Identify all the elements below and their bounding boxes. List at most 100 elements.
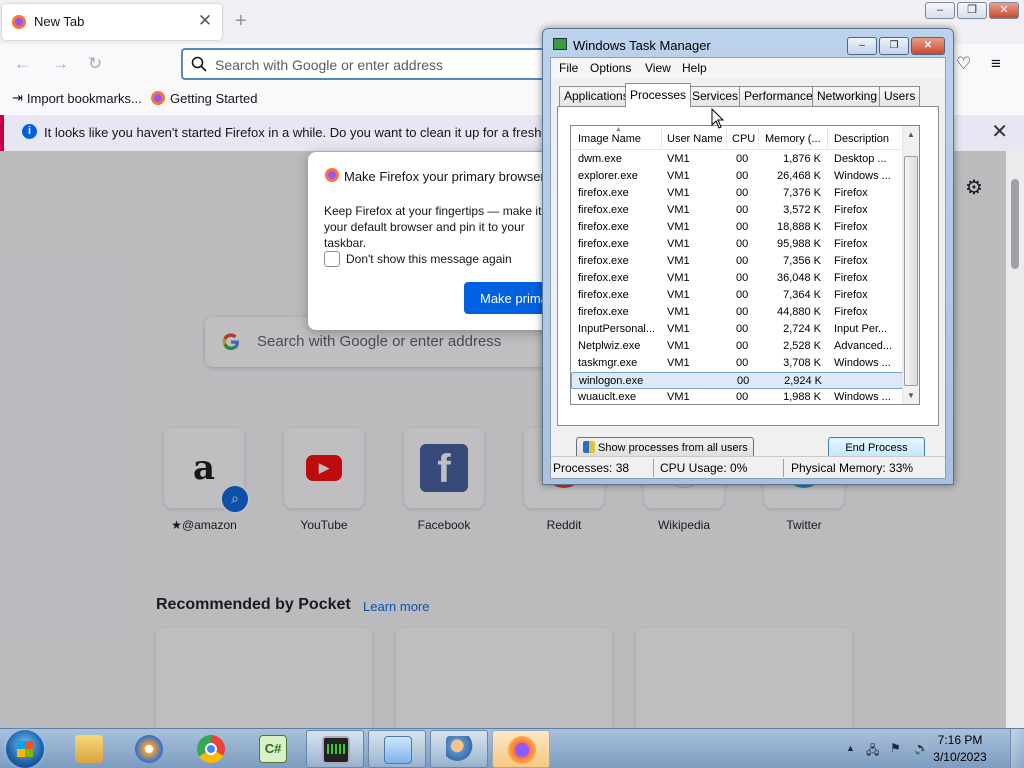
process-description: Firefox (834, 255, 868, 267)
column-memory[interactable]: Memory (... (765, 133, 821, 145)
status-processes: Processes: 38 (553, 461, 630, 475)
default-browser-dialog: Make Firefox your primary browser? Keep … (308, 152, 558, 330)
process-row[interactable]: wuauclt.exe VM1 00 1,988 K Windows ... (571, 389, 903, 404)
tab-new-tab[interactable]: New Tab ✕ (2, 4, 222, 40)
process-row[interactable]: InputPersonal... VM1 00 2,724 K Input Per... (571, 321, 903, 338)
tab-processes[interactable]: Processes (625, 83, 692, 107)
taskbar-csharp-editor[interactable]: C# (244, 730, 302, 768)
process-memory: 18,888 K (776, 221, 821, 233)
column-image-name[interactable]: Image Name (578, 133, 641, 145)
maximize-button[interactable]: ❐ (879, 37, 909, 55)
column-cpu[interactable]: CPU (732, 133, 755, 145)
taskbar-user-accounts[interactable] (430, 730, 488, 768)
dialog-body: Keep Firefox at your fingertips — make i… (324, 204, 542, 250)
scroll-thumb[interactable] (1011, 179, 1019, 269)
close-window-button[interactable]: ✕ (989, 2, 1019, 19)
process-row[interactable]: firefox.exe VM1 00 44,880 K Firefox (571, 304, 903, 321)
minimize-button[interactable]: – (925, 2, 955, 19)
menu-view[interactable]: View (645, 61, 671, 75)
show-all-label: Show processes from all users (598, 442, 748, 454)
process-memory: 1,876 K (783, 153, 821, 165)
chrome-icon (197, 735, 225, 763)
process-row[interactable]: firefox.exe VM1 00 7,364 K Firefox (571, 287, 903, 304)
minimize-button[interactable]: – (847, 37, 877, 55)
process-row[interactable]: firefox.exe VM1 00 3,572 K Firefox (571, 202, 903, 219)
bookmark-getting-started[interactable]: Getting Started (150, 90, 257, 106)
process-memory: 1,988 K (783, 391, 821, 403)
taskbar-chrome[interactable] (182, 730, 240, 768)
menu-help[interactable]: Help (682, 61, 707, 75)
bookmark-label: Getting Started (170, 90, 258, 106)
process-memory: 3,708 K (783, 357, 821, 369)
network-icon[interactable]: 🖧 (866, 741, 879, 762)
menu-file[interactable]: File (559, 61, 578, 75)
tab-services[interactable]: Services (687, 86, 744, 106)
show-hidden-icons[interactable]: ▲ (846, 743, 855, 753)
firefox-icon (325, 168, 339, 182)
tab-networking[interactable]: Networking (812, 86, 883, 106)
process-row[interactable]: firefox.exe VM1 00 7,356 K Firefox (571, 253, 903, 270)
process-list[interactable]: ▲ Image Name User Name CPU Memory (... D… (570, 125, 920, 405)
scroll-down-icon[interactable]: ▼ (907, 391, 915, 400)
process-row[interactable]: winlogon.exe 00 2,924 K (571, 372, 903, 389)
process-row[interactable]: firefox.exe VM1 00 36,048 K Firefox (571, 270, 903, 287)
tab-performance[interactable]: Performance (739, 86, 818, 106)
process-memory: 3,572 K (783, 204, 821, 216)
process-memory: 2,924 K (784, 375, 822, 387)
process-memory: 7,364 K (783, 289, 821, 301)
menu-options[interactable]: Options (590, 61, 631, 75)
start-button[interactable] (6, 730, 44, 768)
show-desktop-button[interactable] (1010, 729, 1024, 768)
column-user-name[interactable]: User Name (667, 133, 723, 145)
back-icon[interactable]: ← (14, 54, 31, 74)
menu-icon[interactable]: ≡ (991, 54, 1001, 74)
close-tab-icon[interactable]: ✕ (196, 12, 214, 30)
process-row[interactable]: dwm.exe VM1 00 1,876 K Desktop ... (571, 151, 903, 168)
bookmark-import[interactable]: ⇥ Import bookmarks... (12, 90, 142, 106)
csharp-icon: C# (259, 735, 287, 763)
url-bar[interactable]: Search with Google or enter address (181, 48, 561, 80)
tab-applications[interactable]: Applications (559, 86, 634, 106)
maximize-button[interactable]: ❐ (957, 2, 987, 19)
action-center-flag-icon[interactable]: ⚑ (890, 741, 901, 755)
process-row[interactable]: taskmgr.exe VM1 00 3,708 K Windows ... (571, 355, 903, 372)
taskbar-control-panel[interactable] (368, 730, 426, 768)
dont-show-again-checkbox[interactable] (324, 251, 340, 267)
folder-icon (75, 735, 103, 763)
process-description: Firefox (834, 238, 868, 250)
info-icon: i (22, 124, 37, 139)
clock-time: 7:16 PM (937, 733, 983, 747)
process-row[interactable]: Netplwiz.exe VM1 00 2,528 K Advanced... (571, 338, 903, 355)
dont-show-again-label: Don't show this message again (346, 252, 512, 266)
page-scrollbar[interactable] (1006, 151, 1024, 728)
process-row[interactable]: explorer.exe VM1 00 26,468 K Windows ... (571, 168, 903, 185)
close-button[interactable]: ✕ (911, 37, 945, 55)
process-row[interactable]: firefox.exe VM1 00 7,376 K Firefox (571, 185, 903, 202)
taskbar-firefox[interactable] (492, 730, 550, 768)
reload-icon[interactable]: ↻ (88, 54, 102, 74)
clock[interactable]: 7:16 PM 3/10/2023 (920, 732, 1000, 766)
process-row[interactable]: firefox.exe VM1 00 18,888 K Firefox (571, 219, 903, 236)
task-manager-titlebar[interactable]: Windows Task Manager – ❐ ✕ (543, 29, 953, 59)
taskbar-media-player[interactable] (120, 730, 178, 768)
processes-panel: ▲ Image Name User Name CPU Memory (... D… (557, 106, 939, 459)
firefox-icon (508, 736, 536, 764)
new-tab-icon[interactable]: + (235, 10, 247, 32)
scroll-thumb[interactable] (904, 156, 918, 386)
scroll-up-icon[interactable]: ▲ (907, 130, 915, 139)
taskbar: C# ▲ 🖧 ⚑ 🔊 7:16 PM 3/10/2023 (0, 728, 1024, 768)
close-notification-icon[interactable]: ✕ (991, 121, 1008, 143)
bookmark-label: Import bookmarks... (26, 90, 142, 106)
forward-icon[interactable]: → (52, 54, 69, 74)
process-description: Firefox (834, 221, 868, 233)
column-description[interactable]: Description (834, 133, 889, 145)
url-placeholder: Search with Google or enter address (215, 57, 444, 73)
taskbar-task-manager[interactable] (306, 730, 364, 768)
process-list-scrollbar[interactable]: ▲ ▼ (902, 126, 919, 404)
process-row[interactable]: firefox.exe VM1 00 95,988 K Firefox (571, 236, 903, 253)
tab-users[interactable]: Users (879, 86, 921, 106)
taskbar-explorer[interactable] (60, 730, 118, 768)
status-cpu: CPU Usage: 0% (660, 461, 748, 475)
process-description: Windows ... (834, 391, 891, 403)
pocket-icon[interactable]: ♡ (956, 54, 971, 74)
